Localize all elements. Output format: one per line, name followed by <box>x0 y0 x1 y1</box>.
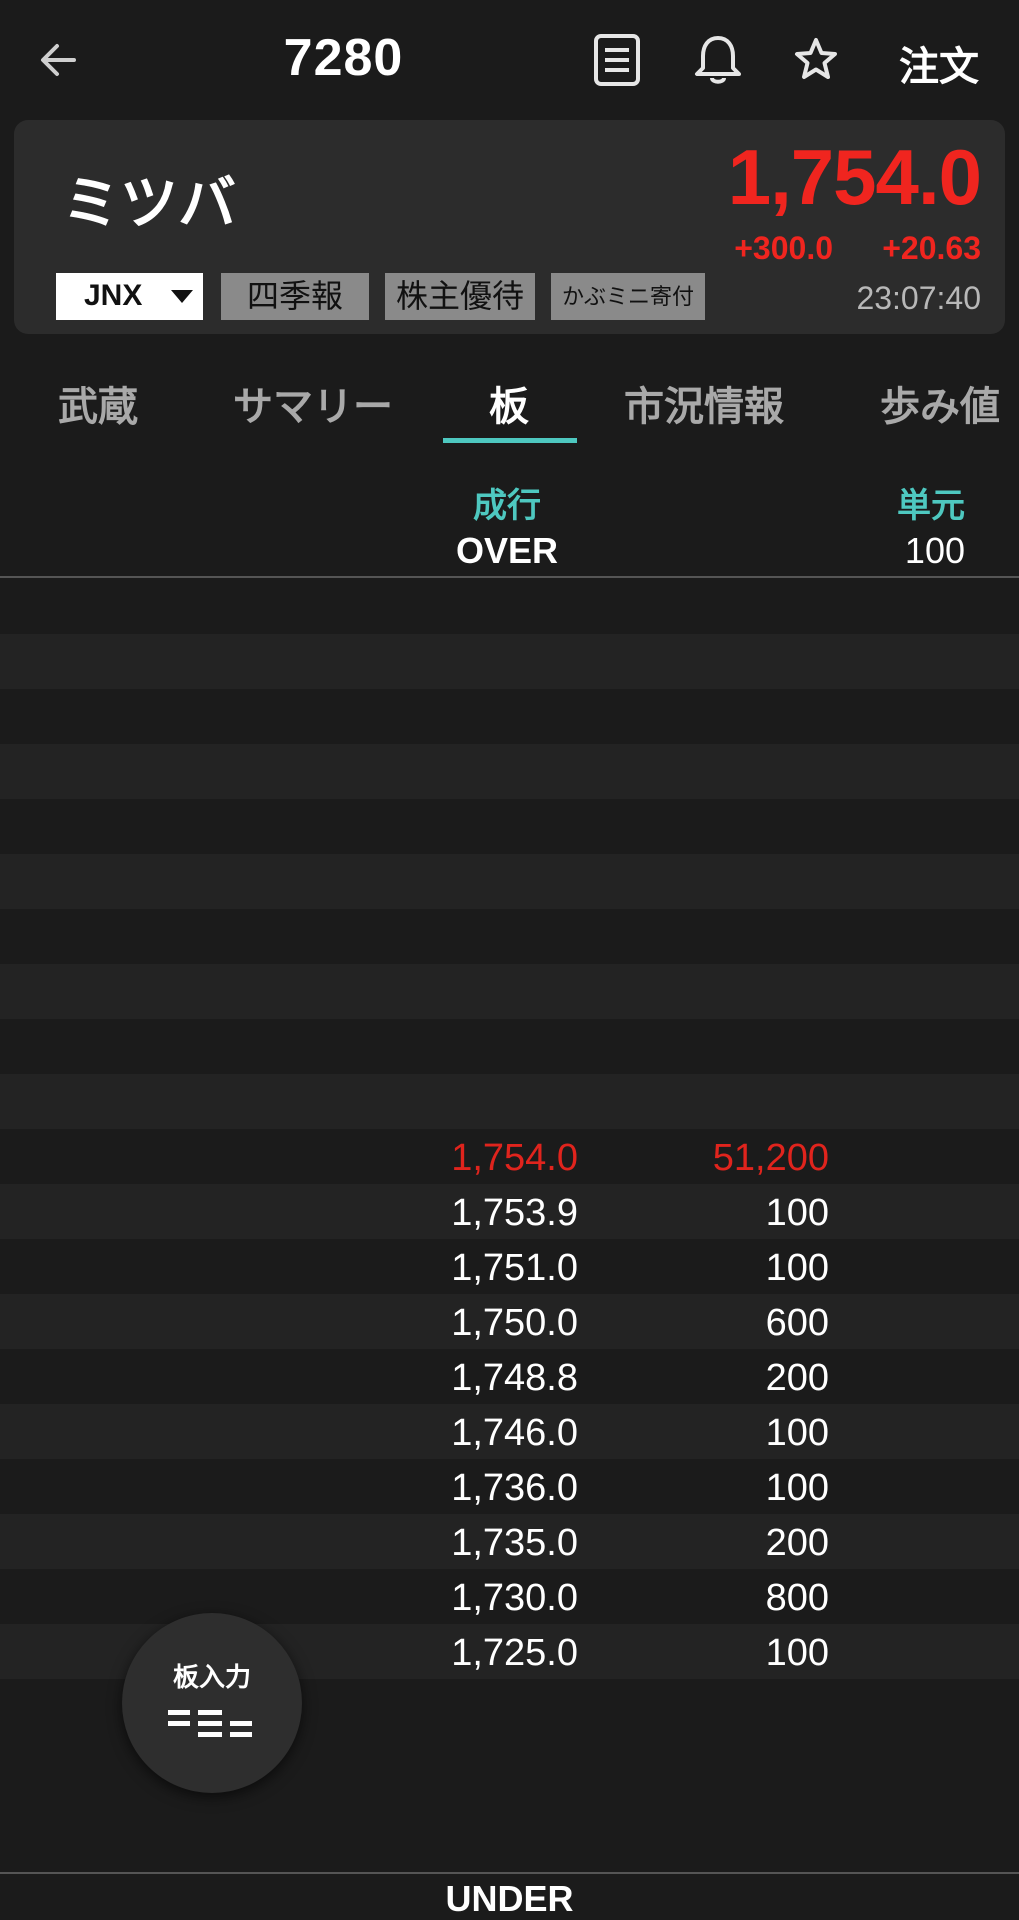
tab-market-info[interactable]: 市況情報 <box>624 374 784 432</box>
bid-price: 1,735.0 <box>451 1522 578 1564</box>
board-input-label: 板入力 <box>172 1662 251 1692</box>
under-label: UNDER <box>445 1878 574 1919</box>
stock-name: ミツバ <box>62 171 237 236</box>
over-label: OVER <box>456 530 559 571</box>
bid-price: 1,746.0 <box>451 1412 578 1454</box>
empty-row <box>0 579 1019 634</box>
active-tab-indicator <box>443 438 577 443</box>
bid-price: 1,751.0 <box>451 1247 578 1289</box>
empty-row <box>0 1074 1019 1129</box>
document-icon[interactable] <box>589 32 645 88</box>
tab-musashi[interactable]: 武蔵 <box>58 374 138 432</box>
bid-price: 1,753.9 <box>451 1192 578 1234</box>
kabumini-button[interactable]: かぶミニ寄付 <box>551 273 705 320</box>
chevron-down-icon <box>171 290 193 303</box>
tab-trades[interactable]: 歩み値 <box>880 374 1000 432</box>
bid-row[interactable]: 1,730.0 800 <box>0 1569 1019 1624</box>
shikiho-button[interactable]: 四季報 <box>221 273 369 320</box>
bid-quantity: 100 <box>765 1632 829 1674</box>
market-selector[interactable]: JNX <box>56 273 203 320</box>
star-icon[interactable] <box>788 32 844 88</box>
bid-price: 1,730.0 <box>451 1577 578 1619</box>
bid-quantity: 100 <box>765 1247 829 1289</box>
bid-row[interactable]: 1,754.0 51,200 <box>0 1129 1019 1184</box>
bid-quantity: 100 <box>765 1192 829 1234</box>
order-button[interactable]: 注文 <box>899 34 979 92</box>
empty-row <box>0 689 1019 744</box>
bid-row[interactable]: 1,746.0 100 <box>0 1404 1019 1459</box>
empty-row <box>0 799 1019 854</box>
tab-bar: 武蔵 サマリー 板 市況情報 歩み値 <box>0 344 1019 444</box>
bid-quantity: 100 <box>765 1467 829 1509</box>
bid-quantity: 100 <box>765 1412 829 1454</box>
bid-row[interactable]: 1,748.8 200 <box>0 1349 1019 1404</box>
bell-icon[interactable] <box>690 32 746 88</box>
board-input-button[interactable]: 板入力 <box>122 1613 302 1793</box>
board-input-icon <box>168 1710 252 1737</box>
stock-summary-card: ミツバ 1,754.0 +300.0 +20.63 JNX 四季報 株主優待 か… <box>14 120 1005 334</box>
bid-row[interactable]: 1,750.0 600 <box>0 1294 1019 1349</box>
bid-price: 1,754.0 <box>451 1137 578 1179</box>
top-bar: 7280 注文 <box>0 0 1019 120</box>
shareholder-benefits-button[interactable]: 株主優待 <box>385 273 535 320</box>
tab-board[interactable]: 板 <box>489 374 529 432</box>
bid-quantity: 51,200 <box>712 1137 829 1179</box>
bid-price: 1,748.8 <box>451 1357 578 1399</box>
price-change: +300.0 <box>734 230 833 266</box>
bid-quantity: 800 <box>765 1577 829 1619</box>
stock-code: 7280 <box>283 29 404 87</box>
board-top-divider <box>0 576 1019 578</box>
empty-row <box>0 964 1019 1019</box>
empty-row <box>0 634 1019 689</box>
bid-row[interactable]: 1,753.9 100 <box>0 1184 1019 1239</box>
bid-price: 1,736.0 <box>451 1467 578 1509</box>
tab-summary[interactable]: サマリー <box>233 374 393 432</box>
unit-header: 単元 <box>897 487 965 525</box>
bid-quantity: 200 <box>765 1357 829 1399</box>
bid-row[interactable]: 1,736.0 100 <box>0 1459 1019 1514</box>
market-order-header: 成行 <box>473 487 541 525</box>
board-bottom-divider <box>0 1872 1019 1874</box>
bid-quantity: 600 <box>765 1302 829 1344</box>
market-label: JNX <box>84 279 143 312</box>
bid-quantity: 200 <box>765 1522 829 1564</box>
empty-row <box>0 1019 1019 1074</box>
timestamp: 23:07:40 <box>856 280 981 316</box>
empty-row <box>0 744 1019 799</box>
bid-price: 1,750.0 <box>451 1302 578 1344</box>
price-change-percent: +20.63 <box>882 230 981 266</box>
unit-value: 100 <box>904 530 965 571</box>
bid-row[interactable]: 1,751.0 100 <box>0 1239 1019 1294</box>
bid-price: 1,725.0 <box>451 1632 578 1674</box>
empty-row <box>0 854 1019 909</box>
current-price: 1,754.0 <box>727 133 982 221</box>
bid-row[interactable]: 1,735.0 200 <box>0 1514 1019 1569</box>
empty-row <box>0 909 1019 964</box>
